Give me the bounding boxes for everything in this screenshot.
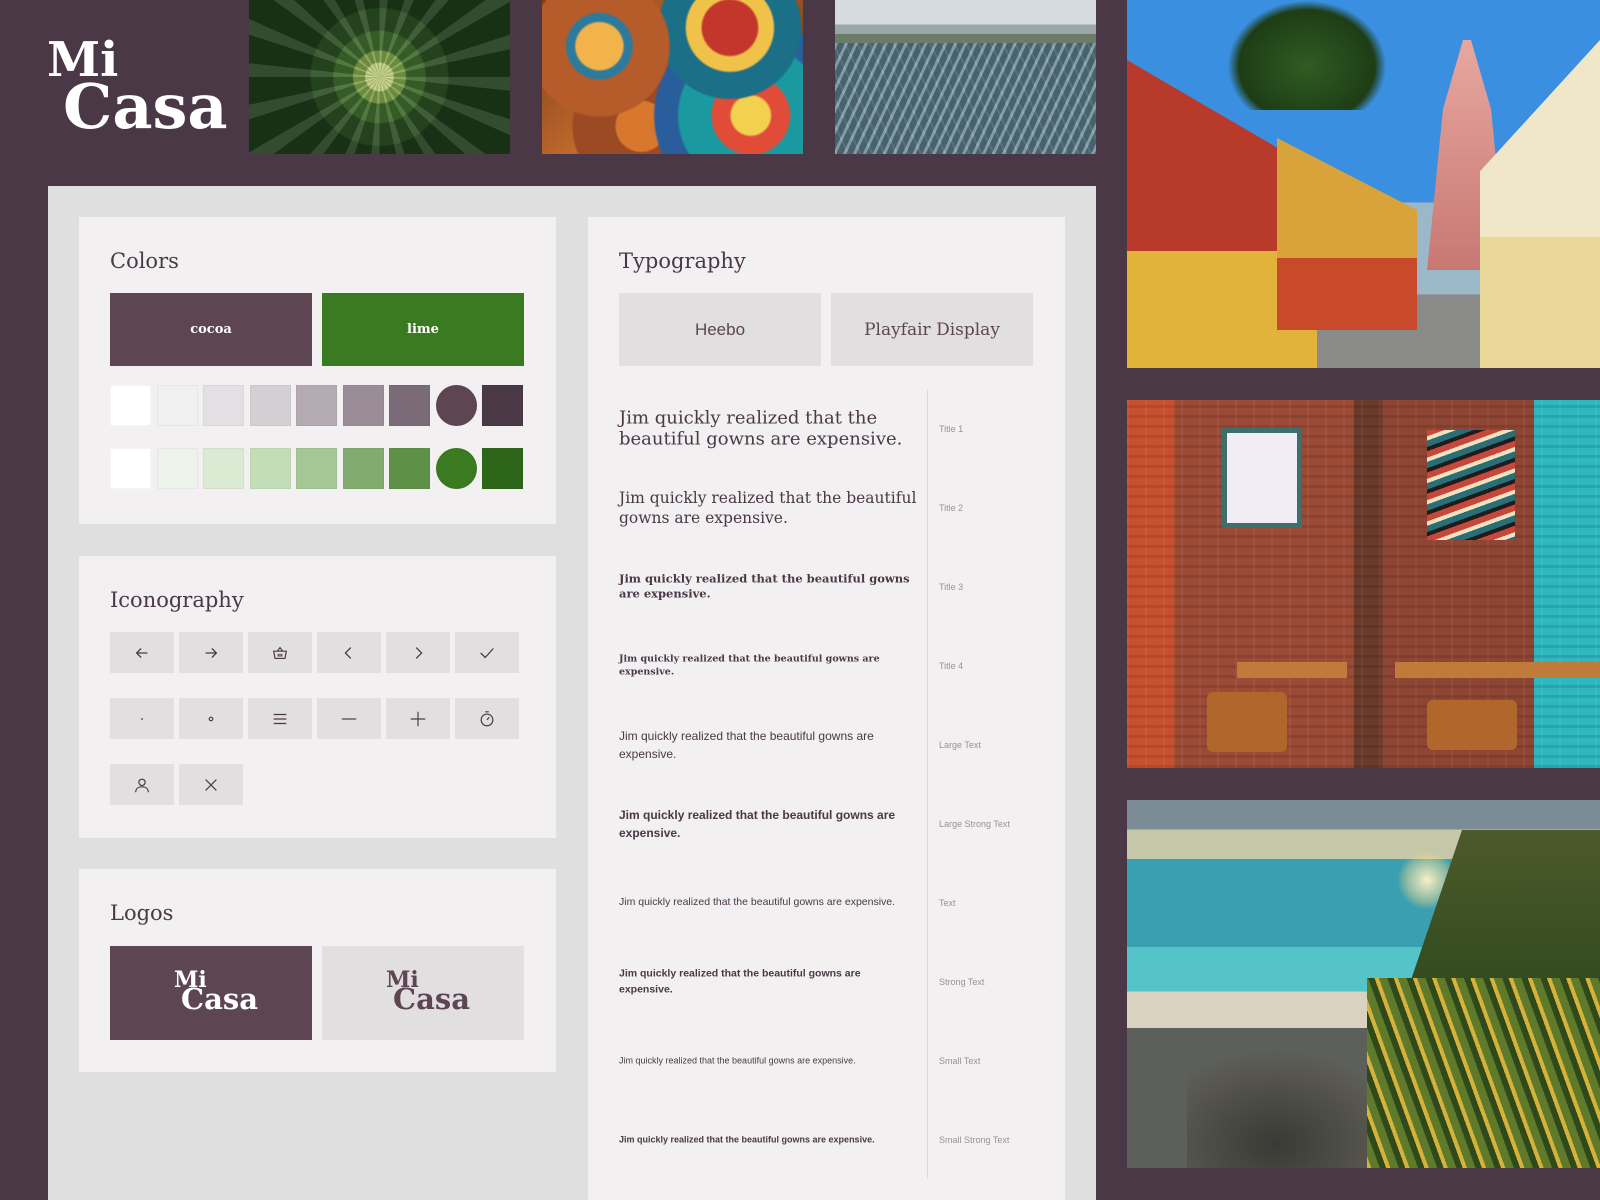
user-icon xyxy=(110,764,174,805)
iconography-heading: Iconography xyxy=(110,588,244,612)
type-style-label: Title 2 xyxy=(939,502,964,513)
agave-field-photo xyxy=(835,0,1096,154)
cocoa-swatch-3 xyxy=(203,385,244,426)
type-style-label: Title 4 xyxy=(939,660,964,671)
type-style-label: Text xyxy=(939,897,956,908)
arrow-right-icon xyxy=(179,632,243,673)
color-chip-lime: lime xyxy=(322,293,524,366)
lime-swatch-4 xyxy=(249,448,291,489)
lime-swatch-2 xyxy=(156,448,198,489)
lime-swatch-6 xyxy=(342,448,384,489)
colors-card: Colors cocoa lime xyxy=(79,217,556,524)
brand-logo-line2: Casa xyxy=(63,69,228,143)
type-style-label: Large Strong Text xyxy=(939,818,1010,829)
restaurant-interior-photo xyxy=(1127,400,1600,768)
iconography-card: Iconography xyxy=(79,556,556,838)
type-sample: Jim quickly realized that the beautiful … xyxy=(619,488,917,527)
basket-icon xyxy=(248,632,312,673)
type-row-small-strong-text: Jim quickly realized that the beautiful … xyxy=(588,1100,1065,1179)
lime-swatch-9 xyxy=(482,448,523,489)
agave-closeup-photo xyxy=(249,0,510,154)
font-chip-playfair: Playfair Display xyxy=(831,293,1033,366)
type-row-strong-text: Jim quickly realized that the beautiful … xyxy=(588,942,1065,1021)
cocoa-swatch-7 xyxy=(389,385,430,426)
cocoa-swatch-9 xyxy=(482,385,523,426)
type-row-small-text: Jim quickly realized that the beautiful … xyxy=(588,1021,1065,1100)
color-chip-cocoa: cocoa xyxy=(110,293,312,366)
lime-swatch-5 xyxy=(296,448,337,489)
type-sample: Jim quickly realized that the beautiful … xyxy=(619,1133,875,1144)
type-sample: Jim quickly realized that the beautiful … xyxy=(619,406,903,450)
type-sample: Jim quickly realized that the beautiful … xyxy=(619,728,874,761)
font-chip-heebo-label: Heebo xyxy=(694,319,746,339)
lime-swatch-1 xyxy=(110,448,151,489)
type-style-label: Title 3 xyxy=(939,581,964,592)
type-style-label: Small Strong Text xyxy=(939,1134,1010,1145)
style-guide-board: Colors cocoa lime Iconography Logos Mi C… xyxy=(48,186,1096,1200)
type-row-title-1: Jim quickly realized that the beautiful … xyxy=(588,389,1065,468)
cocoa-swatch-2 xyxy=(156,385,198,426)
dot-small-icon xyxy=(110,698,174,739)
font-chip-playfair-label: Playfair Display xyxy=(864,319,1000,340)
typography-card: Typography Heebo Playfair Display Jim qu… xyxy=(588,217,1065,1200)
type-sample: Jim quickly realized that the beautiful … xyxy=(619,895,896,908)
type-row-title-4: Jim quickly realized that the beautiful … xyxy=(588,626,1065,705)
chevron-left-icon xyxy=(317,632,381,673)
type-style-label: Strong Text xyxy=(939,976,985,987)
font-chip-heebo: Heebo xyxy=(619,293,821,366)
lime-swatch-7 xyxy=(389,448,430,489)
typography-heading: Typography xyxy=(619,249,746,273)
minus-icon xyxy=(317,698,381,739)
check-icon xyxy=(455,632,519,673)
menu-icon xyxy=(248,698,312,739)
arrow-left-icon xyxy=(110,632,174,673)
close-icon xyxy=(179,764,243,805)
type-row-text: Jim quickly realized that the beautiful … xyxy=(588,863,1065,942)
colors-heading: Colors xyxy=(110,249,179,273)
type-style-label: Title 1 xyxy=(939,423,964,434)
type-row-title-2: Jim quickly realized that the beautiful … xyxy=(588,468,1065,547)
logo-light-tile: Mi Casa xyxy=(322,946,524,1040)
type-sample: Jim quickly realized that the beautiful … xyxy=(619,653,880,678)
cocoa-swatch-8 xyxy=(435,385,477,426)
logos-heading: Logos xyxy=(110,901,174,925)
logo-light-line2: Casa xyxy=(393,982,470,1016)
logos-card: Logos Mi Casa Mi Casa xyxy=(79,869,556,1072)
type-style-label: Small Text xyxy=(939,1055,981,1066)
lime-swatch-8 xyxy=(435,448,477,489)
brand-logo: Mi Casa xyxy=(47,36,228,143)
colorful-street-photo xyxy=(1127,0,1600,368)
dot-ring-icon xyxy=(179,698,243,739)
cocoa-swatch-4 xyxy=(249,385,291,426)
logo-dark-tile: Mi Casa xyxy=(110,946,312,1040)
type-sample: Jim quickly realized that the beautiful … xyxy=(619,807,896,840)
cocoa-swatch-1 xyxy=(110,385,151,426)
type-sample: Jim quickly realized that the beautiful … xyxy=(619,1054,856,1065)
plus-icon xyxy=(386,698,450,739)
logo-dark-line2: Casa xyxy=(181,982,258,1016)
type-sample: Jim quickly realized that the beautiful … xyxy=(619,967,861,996)
beach-cliff-photo xyxy=(1127,800,1600,1168)
type-style-label: Large Text xyxy=(939,739,981,750)
painted-bowls-photo xyxy=(542,0,803,154)
color-chip-cocoa-label: cocoa xyxy=(190,322,232,337)
cocoa-swatch-5 xyxy=(296,385,337,426)
type-row-title-3: Jim quickly realized that the beautiful … xyxy=(588,547,1065,626)
type-row-large-strong-text: Jim quickly realized that the beautiful … xyxy=(588,784,1065,863)
type-row-large-text: Jim quickly realized that the beautiful … xyxy=(588,705,1065,784)
lime-swatch-3 xyxy=(203,448,244,489)
timer-icon xyxy=(455,698,519,739)
cocoa-swatch-6 xyxy=(342,385,384,426)
chevron-right-icon xyxy=(386,632,450,673)
type-sample: Jim quickly realized that the beautiful … xyxy=(619,570,910,601)
color-chip-lime-label: lime xyxy=(407,322,439,337)
